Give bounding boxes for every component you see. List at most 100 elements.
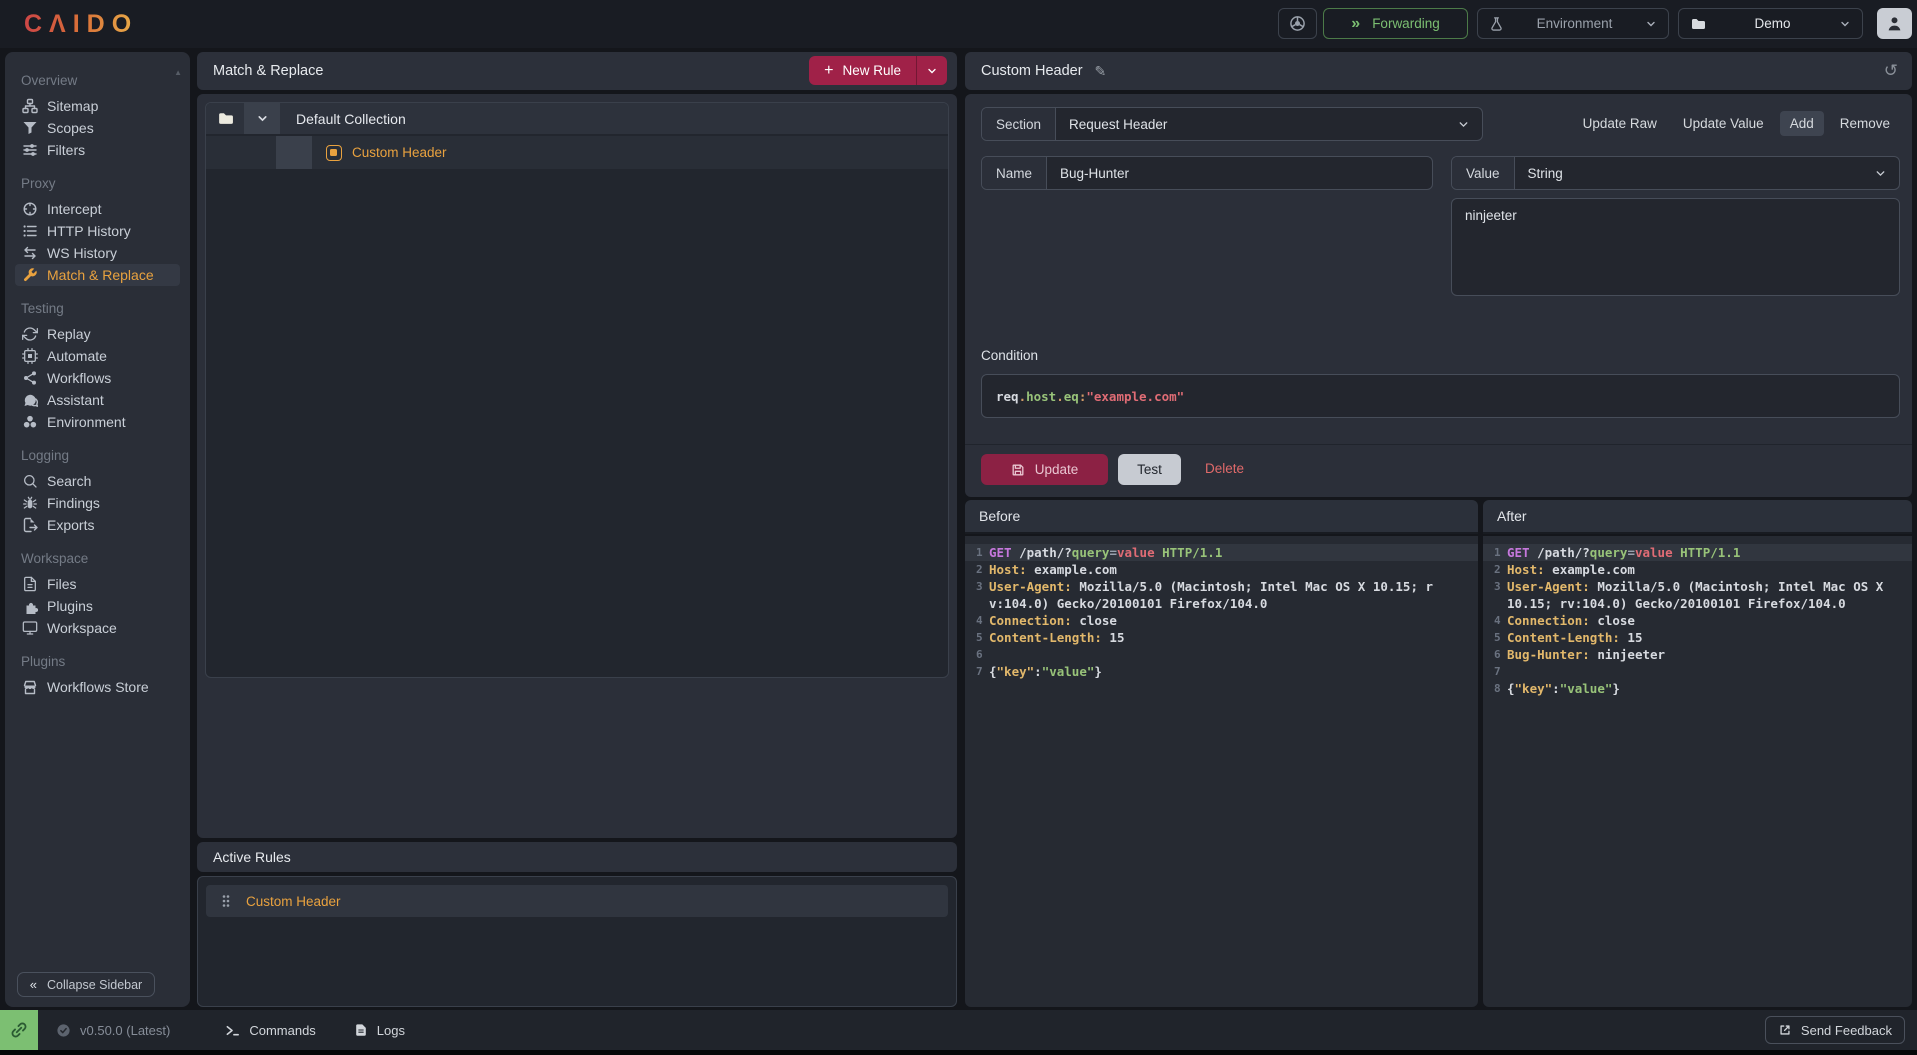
sidebar-item-replay[interactable]: Replay — [15, 323, 180, 345]
sidebar-item-ws-history[interactable]: WS History — [15, 242, 180, 264]
sidebar-item-files[interactable]: Files — [15, 573, 180, 595]
code-text: GET /path/?query=value HTTP/1.1 — [1507, 544, 1912, 561]
check-circle-icon — [56, 1023, 71, 1038]
sidebar-item-workflows-store[interactable]: Workflows Store — [15, 676, 180, 698]
active-rule-item[interactable]: Custom Header — [206, 885, 948, 917]
collapse-sidebar-button[interactable]: « Collapse Sidebar — [17, 972, 155, 997]
strategy-update-value[interactable]: Update Value — [1673, 111, 1774, 136]
commands-button[interactable]: Commands — [225, 1023, 315, 1038]
connection-status-button[interactable] — [0, 1010, 38, 1050]
code-line: 5Content-Length: 15 — [1483, 629, 1912, 646]
sidebar-item-plugins[interactable]: Plugins — [15, 595, 180, 617]
sidebar-item-sitemap[interactable]: Sitemap — [15, 95, 180, 117]
sidebar-item-findings[interactable]: Findings — [15, 492, 180, 514]
sidebar-item-label: Assistant — [47, 392, 104, 408]
rule-editor-form: Section Request Header Update RawUpdate … — [965, 94, 1912, 497]
strategy-update-raw[interactable]: Update Raw — [1573, 111, 1667, 136]
before-title: Before — [965, 500, 1478, 534]
collection-row[interactable]: Default Collection — [206, 103, 948, 136]
value-textarea[interactable]: ninjeeter — [1451, 198, 1900, 296]
sidebar-item-exports[interactable]: Exports — [15, 514, 180, 536]
sidebar-item-scopes[interactable]: Scopes — [15, 117, 180, 139]
code-text: Connection: close — [989, 612, 1478, 629]
code-line: 2Host: example.com — [965, 561, 1478, 578]
undo-icon[interactable]: ↺ — [1884, 61, 1898, 81]
name-value: Bug-Hunter — [1047, 157, 1432, 189]
sidebar-item-match-replace[interactable]: Match & Replace — [15, 264, 180, 286]
code-text: {"key":"value"} — [989, 663, 1478, 680]
new-rule-dropdown[interactable] — [917, 56, 947, 85]
save-icon — [1011, 463, 1025, 477]
flask-icon — [1489, 16, 1504, 31]
http-history-icon — [21, 223, 38, 239]
browser-button[interactable] — [1278, 8, 1317, 39]
line-number: 3 — [1483, 578, 1507, 612]
strategy-add[interactable]: Add — [1780, 111, 1824, 136]
line-number: 7 — [965, 663, 989, 680]
sidebar-item-assistant[interactable]: Assistant — [15, 389, 180, 411]
rule-enabled-checkbox[interactable] — [326, 145, 342, 161]
after-code[interactable]: 1GET /path/?query=value HTTP/1.12Host: e… — [1483, 536, 1912, 1007]
sidebar-item-automate[interactable]: Automate — [15, 345, 180, 367]
sidebar-item-filters[interactable]: Filters — [15, 139, 180, 161]
code-text — [1507, 663, 1912, 680]
line-number: 3 — [965, 578, 989, 612]
new-rule-button[interactable]: + New Rule — [809, 56, 947, 85]
new-rule-main[interactable]: + New Rule — [809, 56, 916, 85]
indent-spacer — [206, 136, 244, 169]
test-button[interactable]: Test — [1118, 454, 1181, 485]
sidebar-item-intercept[interactable]: Intercept — [15, 198, 180, 220]
sidebar-item-search[interactable]: Search — [15, 470, 180, 492]
rule-row[interactable]: Custom Header — [206, 136, 948, 169]
version-status[interactable]: v0.50.0 (Latest) — [56, 1023, 170, 1038]
drag-handle-icon[interactable] — [220, 894, 232, 908]
user-icon — [1886, 15, 1903, 32]
logs-label: Logs — [377, 1023, 405, 1038]
sidebar-item-http-history[interactable]: HTTP History — [15, 220, 180, 242]
rule-cell[interactable]: Custom Header — [312, 136, 447, 169]
environment-dropdown[interactable]: Environment — [1477, 8, 1669, 39]
code-line: 4Connection: close — [1483, 612, 1912, 629]
editor-title: Custom Header — [981, 63, 1083, 79]
bottom-edge — [0, 1050, 1917, 1055]
strategy-remove[interactable]: Remove — [1830, 111, 1900, 136]
collection-expand-toggle[interactable] — [244, 103, 280, 134]
status-bar: v0.50.0 (Latest) Commands Logs Send Feed… — [0, 1010, 1917, 1050]
code-line: 3User-Agent: Mozilla/5.0 (Macintosh; Int… — [1483, 578, 1912, 612]
sidebar-item-label: Filters — [47, 142, 85, 158]
condition-input[interactable]: req.host.eq:"example.com" — [981, 374, 1900, 418]
sidebar-item-workspace[interactable]: Workspace — [15, 617, 180, 639]
active-rules-list: Custom Header — [197, 876, 957, 1007]
code-line: 8{"key":"value"} — [1483, 680, 1912, 697]
code-text: Connection: close — [1507, 612, 1912, 629]
caido-logo: CΛIDO — [24, 10, 138, 39]
sidebar-item-label: Intercept — [47, 201, 101, 217]
commands-label: Commands — [249, 1023, 315, 1038]
sidebar-item-environment[interactable]: Environment — [15, 411, 180, 433]
match-replace-header: Match & Replace + New Rule — [197, 52, 957, 90]
project-dropdown[interactable]: Demo — [1678, 8, 1863, 39]
section-select[interactable]: Section Request Header — [981, 107, 1483, 141]
sidebar-item-workflows[interactable]: Workflows — [15, 367, 180, 389]
sidebar-item-label: Workspace — [47, 620, 117, 636]
sidebar-item-label: Workflows — [47, 370, 111, 386]
update-button[interactable]: Update — [981, 454, 1108, 485]
before-code[interactable]: 1GET /path/?query=value HTTP/1.12Host: e… — [965, 536, 1478, 1007]
value-type-select[interactable]: Value String — [1451, 156, 1900, 190]
user-menu-button[interactable] — [1877, 8, 1912, 39]
sidebar: ▲ OverviewSitemapScopesFiltersProxyInter… — [5, 52, 190, 1007]
name-field[interactable]: Name Bug-Hunter — [981, 156, 1433, 190]
code-line: 3User-Agent: Mozilla/5.0 (Macintosh; Int… — [965, 578, 1478, 612]
delete-button[interactable]: Delete — [1205, 461, 1244, 476]
send-feedback-button[interactable]: Send Feedback — [1765, 1016, 1905, 1044]
forwarding-button[interactable]: » Forwarding — [1323, 8, 1468, 39]
chevron-down-icon — [1645, 18, 1657, 30]
logs-button[interactable]: Logs — [354, 1023, 405, 1038]
search-icon — [21, 473, 38, 489]
code-text — [989, 646, 1478, 663]
sidebar-item-label: Findings — [47, 495, 100, 511]
sidebar-item-label: Environment — [47, 414, 126, 430]
scroll-up-icon[interactable]: ▲ — [174, 68, 182, 77]
collapse-icon: « — [30, 977, 37, 992]
edit-name-icon[interactable]: ✎ — [1095, 63, 1107, 80]
